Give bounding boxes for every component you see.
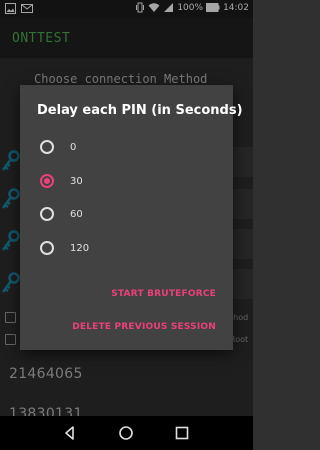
option-label: 60 [70, 208, 83, 220]
delay-option-30[interactable]: 30 [40, 171, 83, 191]
radio-button[interactable] [40, 207, 54, 221]
radio-button[interactable] [40, 241, 54, 255]
back-icon[interactable] [62, 425, 78, 441]
start-bruteforce-button[interactable]: START BRUTEFORCE [111, 289, 216, 299]
delete-session-button[interactable]: DELETE PREVIOUS SESSION [72, 322, 216, 332]
option-label: 0 [70, 141, 77, 153]
home-icon[interactable] [118, 425, 134, 441]
radio-button[interactable] [40, 140, 54, 154]
delay-dialog: Delay each PIN (in Seconds) 0 30 60 120 … [20, 85, 243, 350]
recents-icon[interactable] [174, 425, 190, 441]
option-label: 120 [70, 242, 90, 254]
radio-button-selected[interactable] [40, 174, 54, 188]
delay-option-120[interactable]: 120 [40, 238, 89, 258]
delay-option-0[interactable]: 0 [40, 137, 76, 157]
delay-option-60[interactable]: 60 [40, 204, 83, 224]
option-label: 30 [70, 175, 83, 187]
navigation-bar [0, 416, 253, 450]
dialog-title: Delay each PIN (in Seconds) [37, 103, 243, 118]
